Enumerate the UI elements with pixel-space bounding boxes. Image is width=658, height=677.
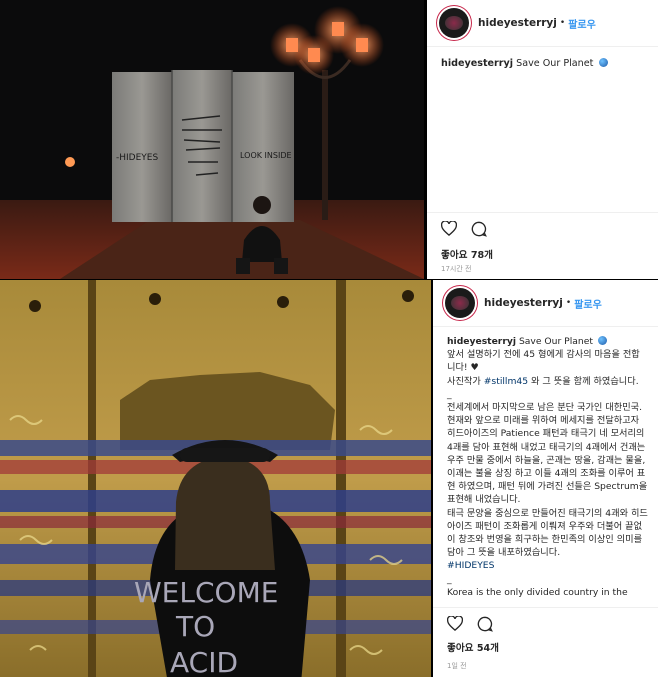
black-heart-icon: ♥ — [470, 362, 479, 374]
post-1-header: hideyesterryj • 팔로우 — [427, 0, 658, 47]
post-1-caption: hideyesterryj Save Our Planet — [427, 47, 658, 71]
caption-text: Save Our Planet — [516, 58, 594, 69]
username[interactable]: hideyesterryj — [484, 297, 563, 309]
username[interactable]: hideyesterryj — [478, 17, 557, 29]
caption-body: 전세계에서 마지막으로 남은 분단 국가인 대한민국. 현재와 앞으로 미래를 … — [447, 402, 648, 506]
globe-icon — [597, 336, 607, 345]
likes-count[interactable]: 좋아요 78개 — [441, 247, 493, 261]
shirt-text-acid: ACID — [170, 646, 238, 677]
heart-icon[interactable] — [447, 616, 463, 631]
post-1-side-panel: hideyesterryj • 팔로우 hideyesterryj Save O… — [427, 0, 658, 279]
photographer-hashtag[interactable]: #stillm45 — [484, 376, 528, 387]
post-2-actions — [447, 616, 493, 632]
shirt-text-welcome: WELCOME — [134, 576, 278, 609]
post-1-photo[interactable]: -HIDEYES LOOK INSIDE — [0, 0, 424, 279]
follow-button[interactable]: 팔로우 — [574, 296, 602, 311]
likes-count[interactable]: 좋아요 54개 — [447, 640, 499, 654]
avatar[interactable] — [445, 288, 475, 318]
post-2-caption: hideyesterryj Save Our Planet 앞서 설명하기 전에… — [433, 327, 658, 599]
caption-username[interactable]: hideyesterryj — [447, 336, 516, 347]
action-bar-divider — [427, 212, 658, 213]
caption-username[interactable]: hideyesterryj — [441, 58, 513, 69]
post-2: WELCOME TO ACID hideyesterryj • 팔로우 hide… — [0, 280, 658, 677]
wall-with-person-image: WELCOME TO ACID — [0, 280, 431, 677]
caption-line-1: Save Our Planet — [518, 336, 593, 347]
post-2-side-panel: hideyesterryj • 팔로우 hideyesterryj Save O… — [433, 280, 658, 677]
post-time[interactable]: 1일 전 — [447, 661, 467, 671]
post-2-header: hideyesterryj • 팔로우 — [433, 280, 658, 327]
post-time[interactable]: 17시간 전 — [441, 264, 471, 274]
hideyes-graffiti-text: -HIDEYES — [116, 153, 158, 163]
avatar[interactable] — [439, 8, 469, 38]
comment-icon[interactable] — [477, 616, 493, 632]
caption-english: Korea is the only divided country in the — [447, 586, 628, 598]
post-2-photo[interactable]: WELCOME TO ACID — [0, 280, 431, 677]
globe-icon — [598, 58, 608, 67]
comment-icon[interactable] — [471, 221, 487, 237]
caption-dash-2: _ — [447, 573, 452, 585]
post-1-actions — [441, 221, 487, 237]
shirt-text-to: TO — [175, 610, 215, 643]
look-inside-graffiti-text: LOOK INSIDE — [240, 151, 292, 160]
heart-icon[interactable] — [441, 221, 457, 236]
separator-dot: • — [565, 298, 572, 308]
action-bar-divider — [433, 607, 658, 608]
separator-dot: • — [559, 18, 566, 28]
caption-body-2: 태극 문양을 중심으로 만들어진 태극기의 4괘와 히드아이즈 패턴이 조화롭게… — [447, 507, 648, 559]
post-1: -HIDEYES LOOK INSIDE hideyesterryj • 팔로우… — [0, 0, 658, 279]
caption-dash-1: _ — [447, 388, 452, 400]
follow-button[interactable]: 팔로우 — [568, 16, 596, 31]
wall-at-night-image: -HIDEYES LOOK INSIDE — [0, 0, 424, 279]
caption-photographer-post: 와 그 뜻을 함께 하였습니다. — [531, 375, 639, 387]
hideyes-hashtag[interactable]: #HIDEYES — [447, 559, 648, 572]
caption-photographer-pre: 사진작가 — [447, 375, 481, 387]
